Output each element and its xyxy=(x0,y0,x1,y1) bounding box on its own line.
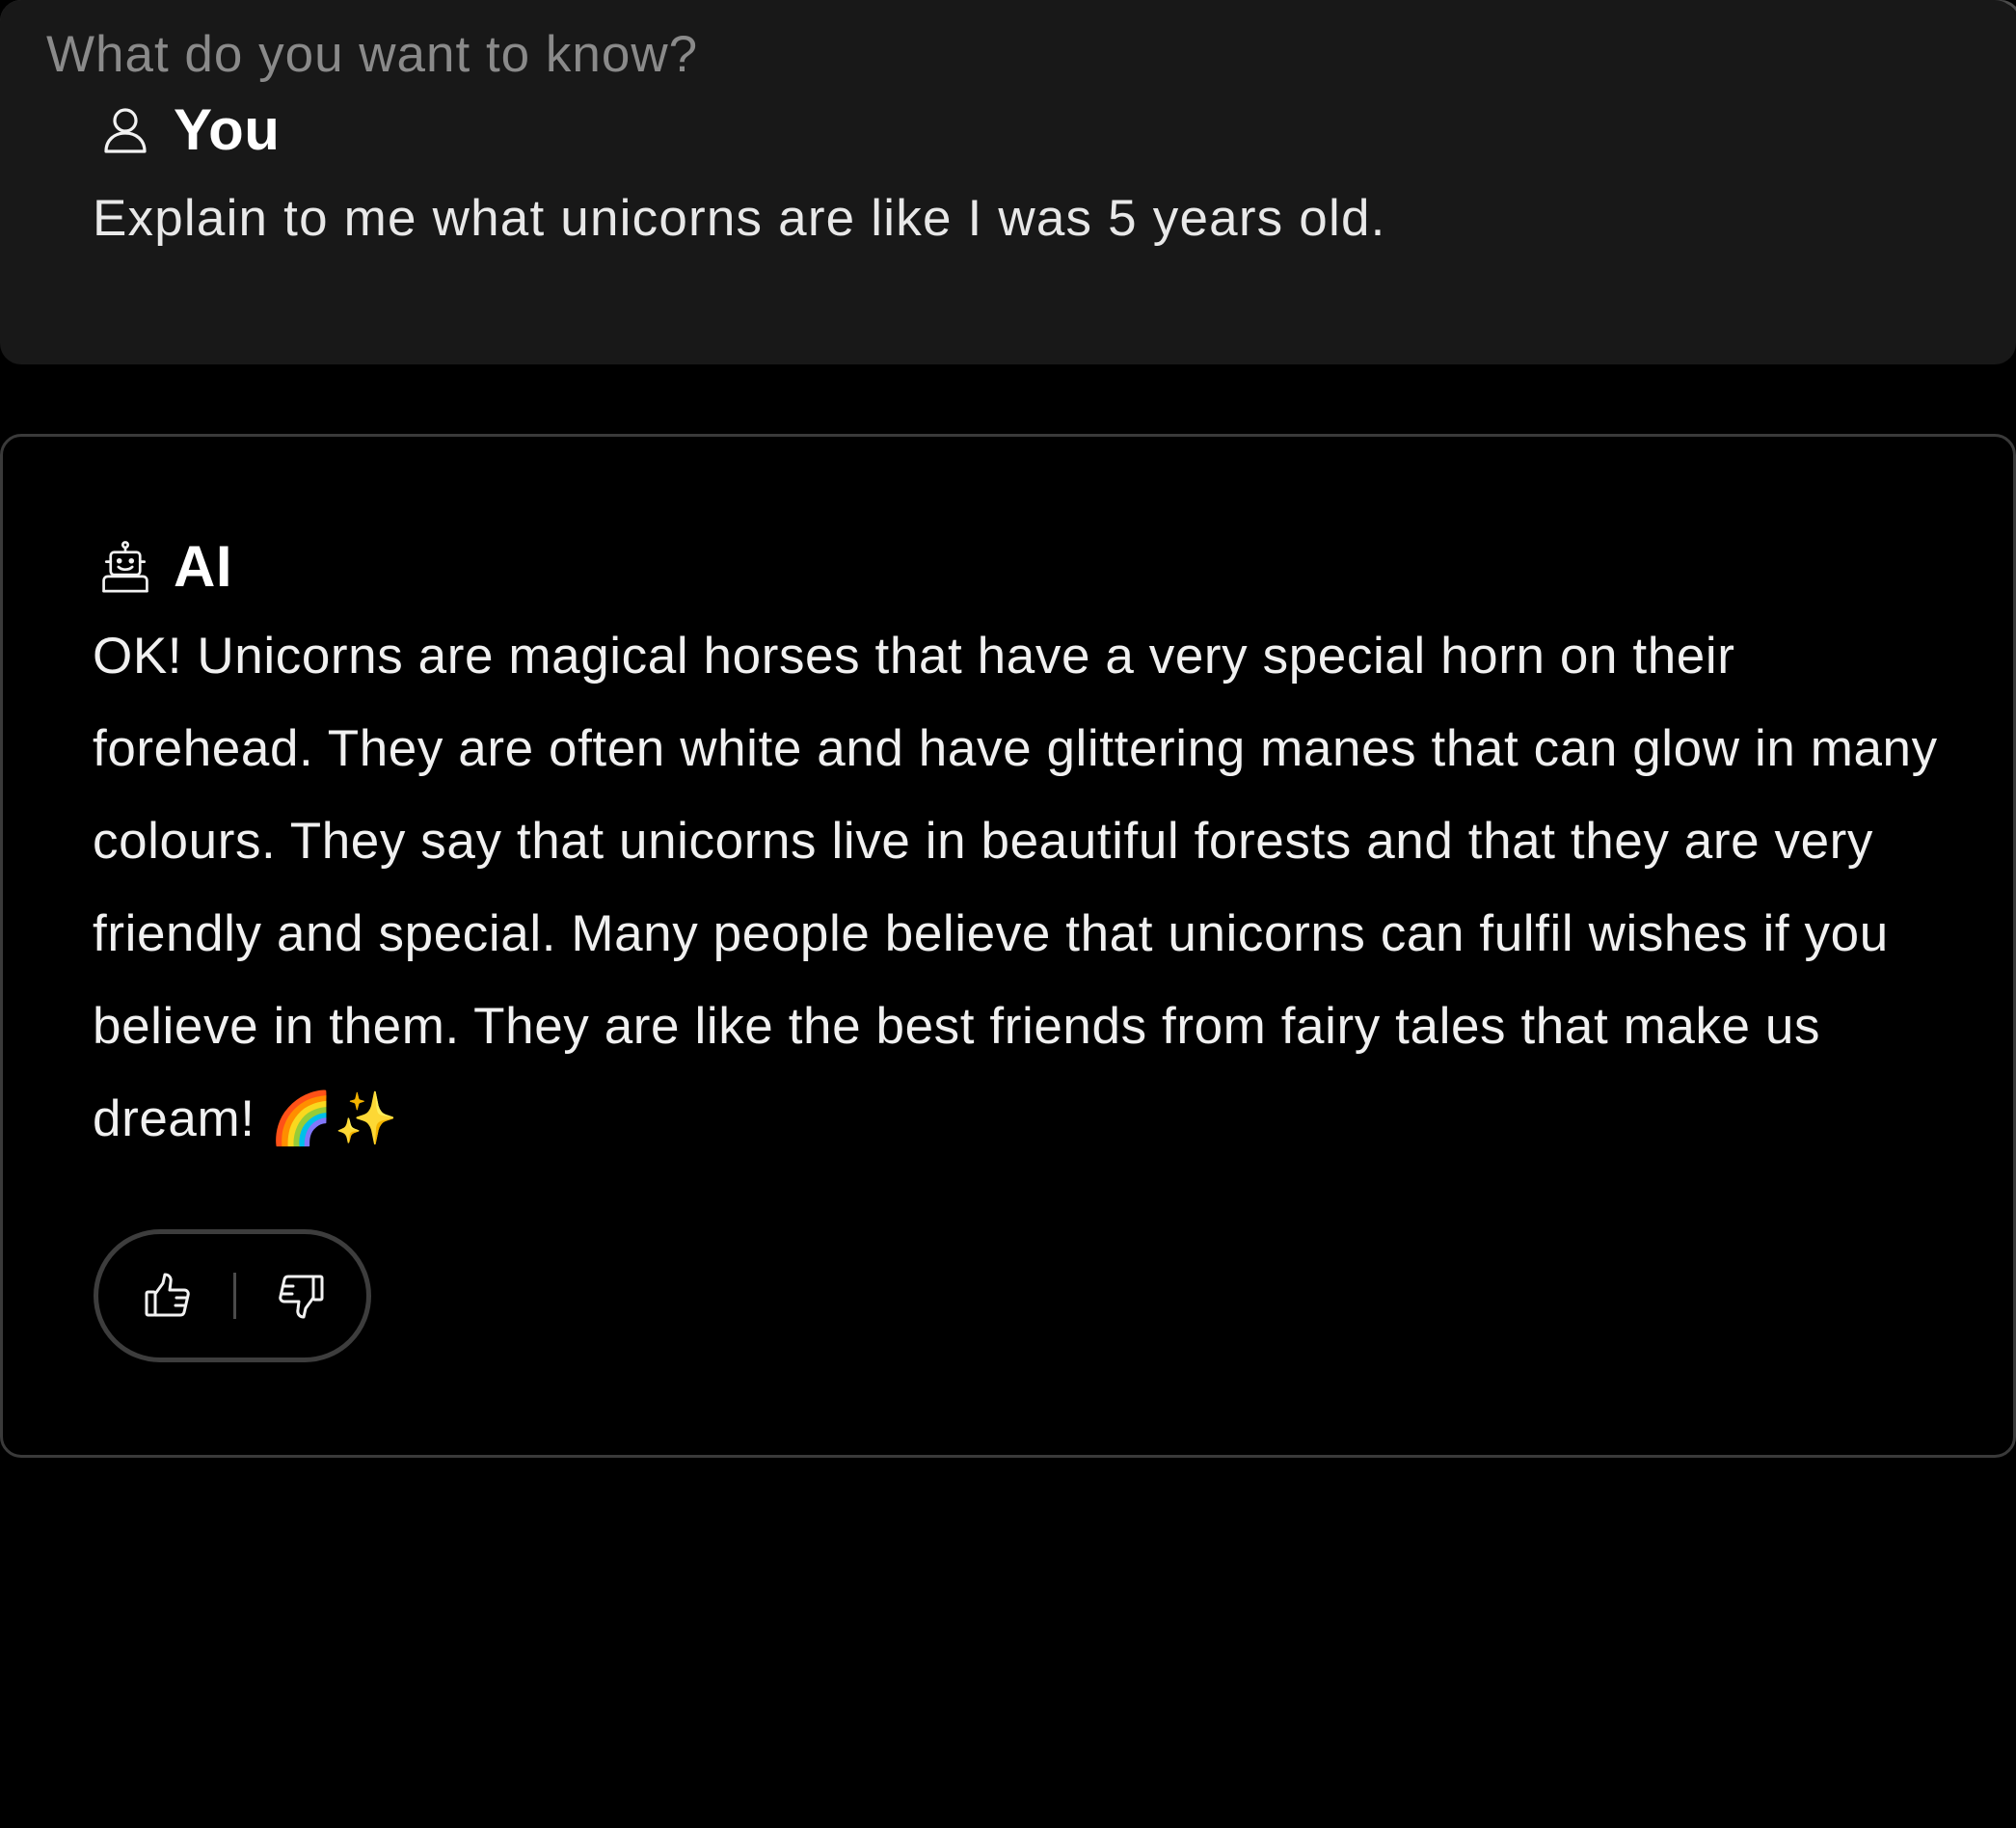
question-input[interactable] xyxy=(0,0,2016,1828)
composer xyxy=(0,0,2016,1828)
